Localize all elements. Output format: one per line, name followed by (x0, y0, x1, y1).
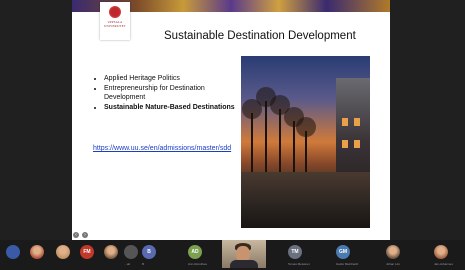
participant-body (230, 260, 258, 268)
active-video-tile[interactable] (222, 240, 266, 268)
participant-name: Guido Meinhardt (336, 262, 359, 266)
participant-tile[interactable]: BB (142, 242, 162, 270)
participant-tile[interactable] (56, 242, 76, 270)
participant-initials-avatar: TM (288, 245, 302, 259)
participant-initials-avatar (6, 245, 20, 259)
participant-name: Tomas Meissner (288, 262, 310, 266)
participant-tile[interactable]: AD Ann-Dorothea (188, 242, 208, 270)
participant-name: Jan-Johannes (434, 262, 453, 266)
participant-tile[interactable]: TM Tomas Meissner (288, 242, 310, 270)
slide-prev-control[interactable]: ‹ (73, 232, 79, 238)
participant-name: …ali (124, 262, 131, 266)
participant-tile[interactable]: Jan-Johannes (434, 242, 454, 270)
slide-next-control[interactable]: › (82, 232, 88, 238)
program-link[interactable]: https://www.uu.se/en/admissions/master/s… (93, 144, 233, 153)
bullet-item: Entrepreneurship for Destination Develop… (104, 84, 244, 102)
slide-title: Sustainable Destination Development (164, 30, 356, 42)
tree (270, 95, 290, 173)
participant-name: B (142, 262, 145, 266)
participant-initials-avatar: AD (188, 245, 202, 259)
tree (242, 99, 262, 173)
participant-tile[interactable]: FM (80, 242, 100, 270)
participant-photo-avatar (434, 245, 448, 259)
meeting-stage: UPPSALA UNIVERSITET Sustainable Destinat… (0, 0, 465, 270)
participant-initials-avatar: FM (80, 245, 94, 259)
participant-initials-avatar: GM (336, 245, 350, 259)
bullet-item: Applied Heritage Politics (104, 74, 244, 83)
shared-slide: UPPSALA UNIVERSITET Sustainable Destinat… (72, 0, 390, 240)
participant-tile[interactable]: …ali (124, 242, 144, 270)
participant-name: Johan Lön (386, 262, 401, 266)
bullet-item: Sustainable Nature-Based Destinations (104, 103, 244, 112)
participant-tile[interactable]: Johan Lön (386, 242, 406, 270)
cobblestone-street (241, 172, 370, 228)
participant-name: Ann-Dorothea (188, 262, 207, 266)
participant-tile[interactable] (6, 242, 26, 270)
participant-photo-avatar (30, 245, 44, 259)
university-seal-icon (109, 6, 121, 18)
participant-tile[interactable]: GM Guido Meinhardt (336, 242, 359, 270)
participant-initials-avatar (124, 245, 138, 259)
bullet-list: Applied Heritage Politics Entrepreneursh… (92, 74, 244, 113)
logo-text: UPPSALA UNIVERSITET (104, 20, 126, 28)
participant-tile[interactable] (30, 242, 50, 270)
tree (296, 117, 316, 173)
tree (284, 107, 304, 173)
university-logo: UPPSALA UNIVERSITET (100, 2, 130, 40)
tree (256, 87, 276, 173)
street-sunset-photo (241, 56, 370, 228)
participant-photo-avatar (104, 245, 118, 259)
participant-photo-avatar (56, 245, 70, 259)
participant-tile[interactable] (104, 242, 124, 270)
participant-initials-avatar: B (142, 245, 156, 259)
participant-photo-avatar (386, 245, 400, 259)
building (336, 78, 370, 183)
